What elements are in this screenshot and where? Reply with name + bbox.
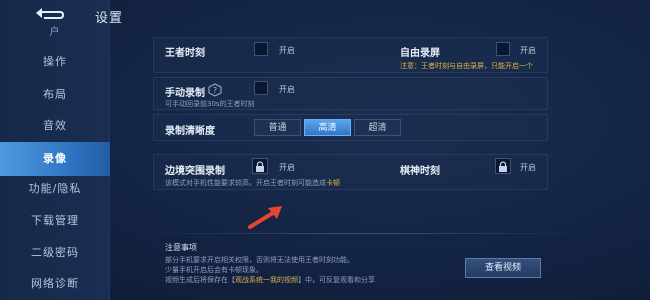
sidebar-item-downloads[interactable]: 下载管理 [0,205,110,237]
lock-icon [499,161,507,172]
manual-record-note: 可手动回录前30s的王者时刻 [165,100,255,108]
quality-option-uhd[interactable]: 超清 [354,119,401,136]
boundary-record-option: 开启 [279,163,295,172]
boundary-record-lock-checkbox[interactable] [252,158,268,174]
king-moment-checkbox[interactable] [254,42,268,56]
notice-line-3: 视频生成后将保存在【观战系统一我的视频】中，可反复观看和分享 [165,275,375,285]
info-icon[interactable]: ? [208,83,222,97]
sidebar-item-layout[interactable]: 布局 [0,79,110,111]
view-video-button[interactable]: 查看视频 [465,258,541,278]
king-moment-label: 王者时刻 [165,48,205,59]
sidebar-item-privacy[interactable]: 功能/隐私 [0,173,110,205]
free-record-checkbox[interactable] [496,42,510,56]
manual-record-checkbox[interactable] [254,81,268,95]
sidebar-item-recording[interactable]: 录像 [0,142,110,176]
boundary-record-label: 边境突围录制 [165,166,225,177]
manual-record-label: 手动录制 [165,88,205,99]
notice-title: 注意事项 [165,243,197,252]
sidebar-item-account[interactable]: 户 [0,26,110,40]
notice-line-2: 少量手机开启后会有卡顿现象。 [165,266,263,274]
sidebar-item-password[interactable]: 二级密码 [0,237,110,269]
quality-option-normal[interactable]: 普通 [254,119,301,136]
page-title: 设置 [95,11,124,26]
lock-icon [256,161,264,172]
sidebar: 户 操作 布局 音效 录像 功能/隐私 下载管理 二级密码 网络诊断 [0,0,110,300]
settings-screen: 户 操作 布局 音效 录像 功能/隐私 下载管理 二级密码 网络诊断 设置 王者… [0,0,650,300]
boundary-record-note: 该模式对手机性能要求较高，开启王者时刻可能造成卡顿 [165,178,340,188]
quality-option-hd[interactable]: 高清 [304,119,351,136]
manual-record-option: 开启 [279,85,295,94]
record-quality-label: 录制清晰度 [165,126,215,137]
back-icon[interactable] [30,4,68,22]
notice-line-3-pre: 视频生成后将保存在【 [165,276,235,284]
sidebar-item-network[interactable]: 网络诊断 [0,268,110,300]
chess-moment-lock-checkbox[interactable] [495,158,511,174]
free-record-option: 开启 [520,46,536,55]
notice-line-3-post: 】中，可反复观看和分享 [298,276,375,284]
svg-text:?: ? [213,86,217,95]
sidebar-item-operation[interactable]: 操作 [0,46,110,78]
boundary-note-text: 该模式对手机性能要求较高，开启王者时刻可能造成 [165,179,326,187]
free-record-warning: 注意：王者时刻与自由录屏，只能开启一个 [400,62,533,70]
chess-moment-option: 开启 [520,163,536,172]
free-record-label: 自由录屏 [400,48,440,59]
sidebar-item-sound[interactable]: 音效 [0,110,110,142]
notice-link-my-videos[interactable]: 观战系统一我的视频 [235,276,298,284]
red-arrow-icon [248,206,282,229]
divider [132,233,592,234]
king-moment-option: 开启 [279,46,295,55]
boundary-note-highlight: 卡顿 [326,179,340,187]
notice-line-1: 部分手机要求开启相关权限，否则将无法使用王者时刻功能。 [165,256,354,264]
chess-moment-label: 棋神时刻 [400,166,440,177]
